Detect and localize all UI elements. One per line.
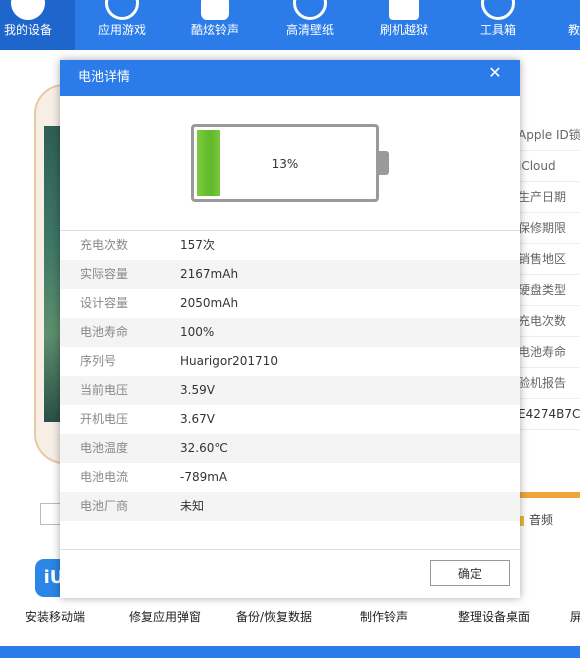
row-label: 开机电压 xyxy=(80,412,129,426)
device-info-row: Apple ID锁 xyxy=(518,120,580,151)
tool-repair-app-popup[interactable]: 修复应用弹窗 xyxy=(129,608,201,625)
row-value: 3.67V xyxy=(180,412,215,426)
row-label: 电池温度 xyxy=(80,441,129,455)
battery-detail-table: 充电次数 157次 实际容量 2167mAh 设计容量 2050mAh 电池寿命… xyxy=(60,231,520,521)
row-value: 未知 xyxy=(180,499,205,513)
tool-organize-desktop[interactable]: 整理设备桌面 xyxy=(458,608,530,625)
apps-icon xyxy=(105,0,139,20)
storage-legend-audio: 音频 xyxy=(520,511,580,527)
device-info-row: iCloud xyxy=(518,151,580,182)
nav-wallpapers[interactable]: 高清壁纸 xyxy=(263,0,357,50)
row-label: 电池电流 xyxy=(80,470,129,484)
row-value: -789mA xyxy=(180,470,228,484)
nav-apps-games[interactable]: 应用游戏 xyxy=(75,0,169,50)
bell-icon xyxy=(201,0,229,20)
table-row: 电池寿命 100% xyxy=(60,318,520,347)
ok-button[interactable]: 确定 xyxy=(430,560,510,586)
row-value: Huarigor201710 xyxy=(180,354,278,368)
device-info-row: 销售地区 xyxy=(518,244,580,275)
battery-details-dialog: 电池详情 ✕ 13% 充电次数 157次 实际容量 2167mAh 设计容量 2… xyxy=(60,60,520,598)
table-row: 电池温度 32.60℃ xyxy=(60,434,520,463)
nav-label: 应用游戏 xyxy=(97,23,146,37)
nav-label: 刷机越狱 xyxy=(379,23,428,37)
tool-backup-restore[interactable]: 备份/恢复数据 xyxy=(236,608,312,625)
nav-my-device[interactable]: 我的设备 xyxy=(0,0,75,50)
nav-flash-jailbreak[interactable]: 刷机越狱 xyxy=(357,0,451,50)
tool-shortcuts: 安装移动端 修复应用弹窗 备份/恢复数据 制作铃声 整理设备桌面 屏 xyxy=(0,600,580,630)
battery-level-text: 13% xyxy=(271,157,299,171)
row-label: 当前电压 xyxy=(80,383,129,397)
device-info-row[interactable]: 验机报告 xyxy=(518,368,580,399)
tool-make-ringtone[interactable]: 制作铃声 xyxy=(360,608,408,625)
nav-label: 酷炫铃声 xyxy=(190,23,239,37)
legend-label: 音频 xyxy=(529,513,554,527)
row-label: 电池厂商 xyxy=(80,499,129,513)
device-info-row: 硬盘类型 xyxy=(518,275,580,306)
device-info-row: 电池寿命 xyxy=(518,337,580,368)
row-label: 实际容量 xyxy=(80,267,129,281)
table-row: 电池电流 -789mA xyxy=(60,463,520,492)
nav-toolbox[interactable]: 工具箱 xyxy=(451,0,545,50)
row-value: 2167mAh xyxy=(180,267,239,281)
nav-label: 教 xyxy=(568,23,580,37)
table-row: 电池厂商 未知 xyxy=(60,492,520,521)
row-value: 100% xyxy=(180,325,215,339)
tool-screen[interactable]: 屏 xyxy=(570,608,580,625)
top-nav: 我的设备 应用游戏 酷炫铃声 高清壁纸 刷机越狱 工具箱 教 xyxy=(0,0,580,50)
battery-cap xyxy=(379,151,389,175)
nav-label: 工具箱 xyxy=(479,23,516,37)
device-action-button[interactable] xyxy=(40,503,62,525)
close-icon[interactable]: ✕ xyxy=(486,64,504,82)
device-info-row: 保修期限 xyxy=(518,213,580,244)
wallpaper-icon xyxy=(293,0,327,20)
dialog-title: 电池详情 xyxy=(78,70,131,85)
row-label: 设计容量 xyxy=(80,296,129,310)
toolbox-icon xyxy=(481,0,515,20)
tool-install-mobile[interactable]: 安装移动端 xyxy=(25,608,85,625)
apple-icon xyxy=(11,0,45,20)
nav-tutorials[interactable]: 教 xyxy=(564,0,580,50)
table-row: 充电次数 157次 xyxy=(60,231,520,260)
device-info-row: 充电次数 xyxy=(518,306,580,337)
nav-ringtones[interactable]: 酷炫铃声 xyxy=(168,0,262,50)
table-row: 设计容量 2050mAh xyxy=(60,289,520,318)
row-value: 2050mAh xyxy=(180,296,239,310)
table-row: 序列号 Huarigor201710 xyxy=(60,347,520,376)
battery-icon: 13% xyxy=(191,124,379,202)
table-row: 开机电压 3.67V xyxy=(60,405,520,434)
row-label: 电池寿命 xyxy=(80,325,129,339)
nav-label: 高清壁纸 xyxy=(285,23,334,37)
row-value: 32.60℃ xyxy=(180,441,228,455)
device-info-row: 生产日期 xyxy=(518,182,580,213)
table-row: 当前电压 3.59V xyxy=(60,376,520,405)
row-label: 充电次数 xyxy=(80,238,129,252)
flash-icon xyxy=(389,0,419,20)
nav-label: 我的设备 xyxy=(3,23,52,37)
row-value: 3.59V xyxy=(180,383,215,397)
table-row: 实际容量 2167mAh xyxy=(60,260,520,289)
storage-bar xyxy=(520,492,580,498)
device-info-row: E4274B7CE xyxy=(518,399,580,430)
device-info-list: Apple ID锁 iCloud 生产日期 保修期限 销售地区 硬盘类型 充电次… xyxy=(518,120,580,430)
dialog-header: 电池详情 ✕ xyxy=(60,60,520,96)
row-label: 序列号 xyxy=(80,354,117,368)
row-value: 157次 xyxy=(180,238,215,252)
dialog-footer-divider xyxy=(60,549,520,550)
legend-swatch xyxy=(520,515,524,526)
bottom-bar xyxy=(0,646,580,658)
